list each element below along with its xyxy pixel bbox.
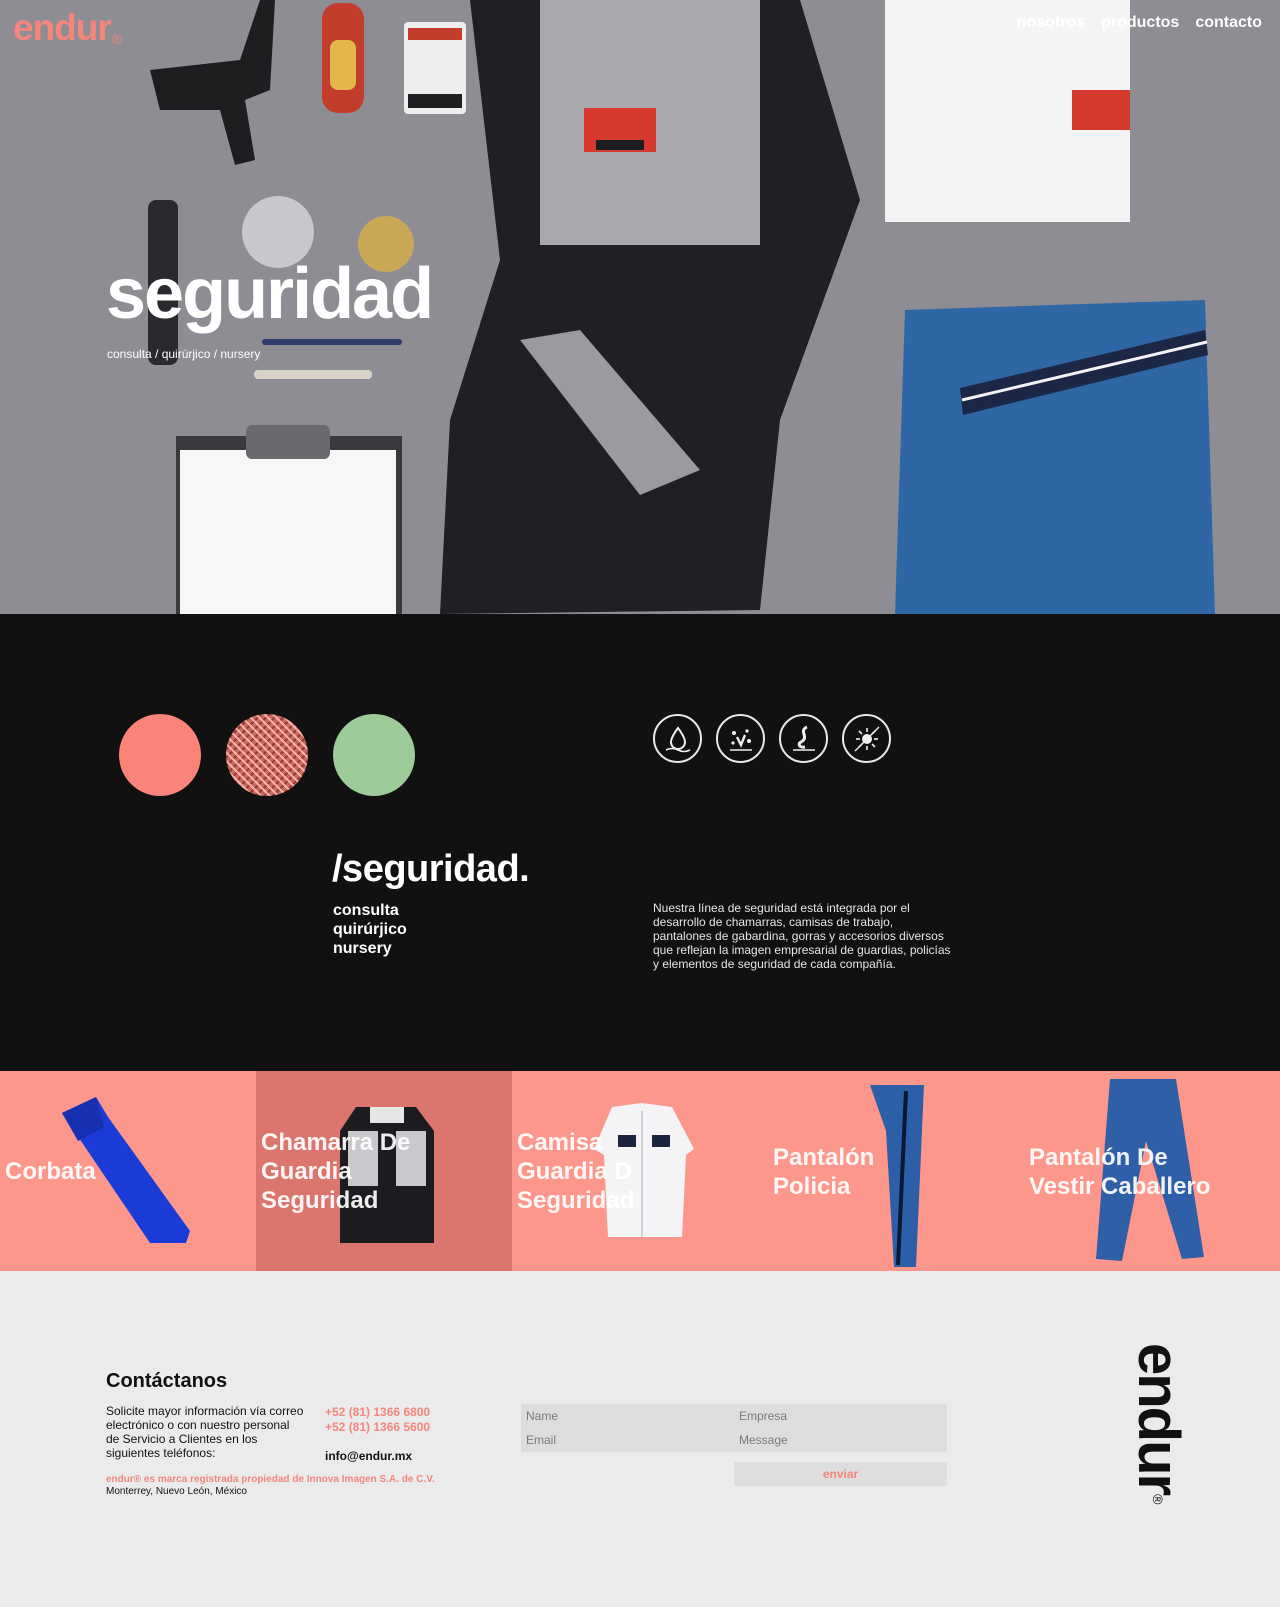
swatch-textured[interactable]	[226, 714, 308, 796]
contact-section: Contáctanos Solicite mayor información v…	[0, 1271, 1280, 1607]
send-button[interactable]: enviar	[734, 1462, 947, 1486]
hero: endur® nosotros productos contacto segur…	[0, 0, 1280, 614]
product-card-corbata[interactable]: Corbata	[0, 1071, 256, 1271]
product-label: Pantalón Policia	[773, 1144, 875, 1200]
product-card-pantalon-policia[interactable]: Pantalón Policia	[768, 1071, 1024, 1271]
message-field[interactable]	[734, 1428, 947, 1452]
category-consulta: consulta	[333, 902, 399, 919]
products-strip: Corbata Chamarra De Guardia Seguridad Ca…	[0, 1071, 1280, 1271]
antibacterial-icon	[842, 714, 891, 763]
nav-nosotros[interactable]: nosotros	[1017, 14, 1085, 32]
feature-icons	[653, 714, 891, 763]
nav-productos[interactable]: productos	[1101, 14, 1179, 32]
swatch-coral[interactable]	[119, 714, 201, 796]
product-label: Camisa Guardia D Seguridad	[517, 1129, 635, 1214]
section-title: /seguridad.	[332, 848, 530, 890]
product-card-pantalon-vestir[interactable]: Pantalón De Vestir Caballero	[1024, 1071, 1280, 1271]
name-field[interactable]	[521, 1404, 734, 1428]
company-field[interactable]	[734, 1404, 947, 1428]
stain-resistant-icon	[716, 714, 765, 763]
phone-link[interactable]: +52 (81) 1366 5600	[325, 1420, 430, 1435]
product-card-chamarra[interactable]: Chamarra De Guardia Seguridad	[256, 1071, 512, 1271]
footer-logo: endur®	[1126, 1343, 1191, 1503]
contact-title: Contáctanos	[106, 1370, 228, 1392]
contact-form: enviar	[521, 1404, 947, 1486]
hero-subtitle: consulta / quirúrjico / nursery	[107, 347, 261, 361]
logo[interactable]: endur®	[13, 7, 122, 49]
fabric-softener-icon	[779, 714, 828, 763]
category-quirurjico: quirúrjico	[333, 921, 407, 938]
category-nursery: nursery	[333, 940, 392, 957]
legal-location: Monterrey, Nuevo León, México	[106, 1486, 247, 1497]
email-link[interactable]: info@endur.mx	[325, 1449, 412, 1463]
email-field[interactable]	[521, 1428, 734, 1452]
swatch-green[interactable]	[333, 714, 415, 796]
legal-info: endur® es marca registrada propiedad de …	[106, 1474, 435, 1498]
section-categories: consulta quirúrjico nursery	[333, 901, 407, 958]
product-label: Pantalón De Vestir Caballero	[1029, 1144, 1211, 1200]
legal-brand: endur® es marca registrada propiedad de …	[106, 1474, 435, 1485]
contact-phones: +52 (81) 1366 6800 +52 (81) 1366 5600	[325, 1405, 430, 1435]
product-card-camisa[interactable]: Camisa Guardia D Seguridad	[512, 1071, 768, 1271]
features-section: /seguridad. consulta quirúrjico nursery …	[0, 614, 1280, 1071]
product-label: Chamarra De Guardia Seguridad	[261, 1129, 411, 1214]
contact-text: Solicite mayor información vía correo el…	[106, 1404, 304, 1460]
product-label: Corbata	[5, 1158, 96, 1185]
main-nav: nosotros productos contacto	[1017, 14, 1262, 32]
hero-title: seguridad	[106, 254, 434, 334]
phone-link[interactable]: +52 (81) 1366 6800	[325, 1405, 430, 1420]
section-description: Nuestra línea de seguridad está integrad…	[653, 901, 951, 971]
water-repellent-icon	[653, 714, 702, 763]
nav-contacto[interactable]: contacto	[1195, 14, 1262, 32]
